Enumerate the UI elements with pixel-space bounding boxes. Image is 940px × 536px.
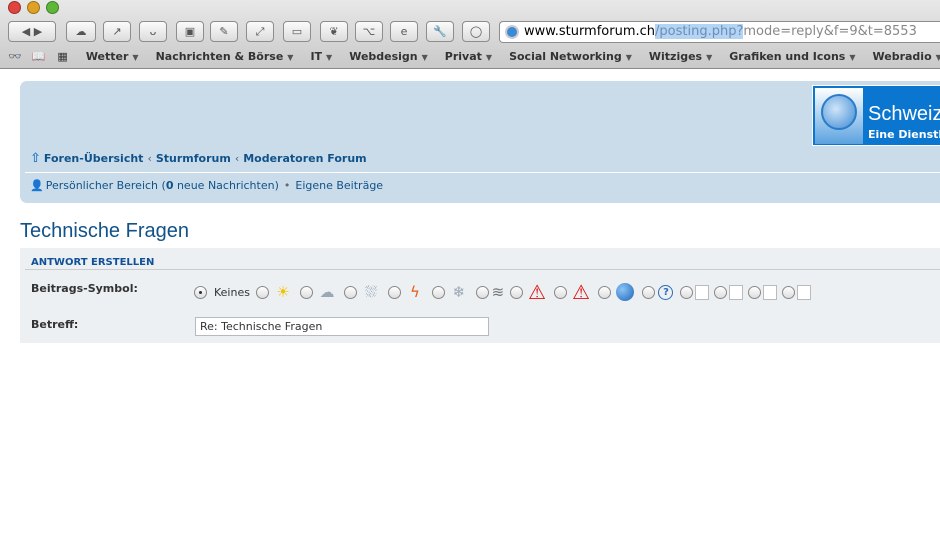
- top-sites-icon[interactable]: ▦: [57, 50, 67, 63]
- keyboard-icon[interactable]: ▭: [283, 21, 311, 42]
- close-window-button[interactable]: [8, 1, 21, 14]
- option-key-icon[interactable]: ⌥: [355, 21, 383, 42]
- url-query: mode=reply&f=9&t=8553: [743, 24, 917, 39]
- url-host: www.sturmforum.ch: [524, 24, 656, 39]
- snow-icon: ❄: [452, 283, 466, 301]
- icon-radio-blank[interactable]: [713, 285, 727, 299]
- post-icon-options: Keines ☀ ☁ ⛆ ϟ ❄ ≋ ⚠ ⚠ ?: [194, 280, 816, 304]
- bookmark-label: Nachrichten & Börse: [155, 49, 284, 63]
- icon-radio-globe[interactable]: [597, 285, 611, 299]
- bookmark-it[interactable]: IT ▼: [310, 50, 332, 63]
- cloud-icon[interactable]: ☁: [66, 21, 96, 42]
- panel-header: ANTWORT ERSTELLEN: [31, 257, 155, 268]
- back-forward-button[interactable]: ◀ ▶: [8, 21, 56, 42]
- ucp-link[interactable]: Persönlicher Bereich (0 neue Nachrichten…: [46, 179, 279, 192]
- none-label: Keines: [214, 285, 250, 299]
- fullscreen-icon[interactable]: ⤢: [246, 21, 274, 42]
- url-path: /posting.php?: [655, 24, 744, 39]
- subject-label: Betreff:: [31, 318, 79, 331]
- sun-icon: ☀: [276, 283, 290, 301]
- logo-title: Schweiz: [868, 103, 940, 125]
- rain-icon: ⛆: [364, 283, 377, 301]
- icon-radio-blank[interactable]: [747, 285, 761, 299]
- user-icon: 👤: [30, 179, 44, 192]
- blank-icon: [728, 284, 743, 300]
- site-logo[interactable]: Schweiz Eine Dienstle: [812, 85, 940, 146]
- address-bar[interactable]: www.sturmforum.ch/posting.php?mode=reply…: [499, 21, 940, 43]
- breadcrumb-sturmforum[interactable]: Sturmforum: [156, 152, 231, 165]
- bookmark-privat[interactable]: Privat ▼: [445, 50, 492, 63]
- home-icon: ⇧: [30, 151, 41, 166]
- own-posts-link[interactable]: Eigene Beiträge: [295, 179, 383, 192]
- page-title[interactable]: Technische Fragen: [20, 220, 189, 243]
- icon-radio-blank[interactable]: [781, 285, 795, 299]
- bookmark-label: Wetter: [85, 49, 129, 63]
- icon-radio-warning[interactable]: [553, 285, 567, 299]
- divider: [25, 172, 940, 173]
- bookmark-label: Webradio: [872, 49, 932, 63]
- question-icon: ?: [657, 282, 675, 302]
- icon-radio-thunderstorm[interactable]: [387, 285, 401, 299]
- globe-icon: [815, 88, 863, 144]
- clip-icon[interactable]: ▣: [176, 21, 204, 42]
- bookmark-label: Grafiken und Icons: [729, 49, 846, 63]
- icon-radio-tornado[interactable]: [475, 285, 489, 299]
- reply-panel: ANTWORT ERSTELLEN Beitrags-Symbol: Keine…: [20, 248, 940, 343]
- minimize-window-button[interactable]: [27, 1, 40, 14]
- divider: [25, 269, 940, 270]
- bookmark-webdesign[interactable]: Webdesign ▼: [349, 50, 428, 63]
- zoom-window-button[interactable]: [46, 1, 59, 14]
- separator-bullet: •: [283, 179, 291, 192]
- bookmarks-icon[interactable]: 📖: [32, 50, 46, 63]
- icon-radio-blank[interactable]: [679, 285, 693, 299]
- icon-radio-cloud[interactable]: [299, 285, 313, 299]
- bookmark-label: Witziges: [648, 49, 703, 63]
- icon-radio-wind-warning[interactable]: [509, 285, 523, 299]
- cloud-icon: ☁: [319, 283, 335, 301]
- bookmark-label: Privat: [444, 49, 482, 63]
- logo-subtitle: Eine Dienstle: [868, 128, 940, 141]
- blank-icon: [796, 284, 811, 300]
- bookmark-nachrichten[interactable]: Nachrichten & Börse ▼: [156, 50, 294, 63]
- bookmark-grafiken[interactable]: Grafiken und Icons ▼: [729, 50, 855, 63]
- privacy-icon[interactable]: ◯: [462, 21, 490, 42]
- bookmark-webradio[interactable]: Webradio ▼: [873, 50, 940, 63]
- icon-radio-question[interactable]: [641, 285, 655, 299]
- ucp-label: Persönlicher Bereich (: [45, 179, 166, 192]
- pin-icon[interactable]: ✎: [210, 21, 238, 42]
- bookmark-wetter[interactable]: Wetter ▼: [86, 50, 139, 63]
- bookmark-label: Webdesign: [349, 49, 418, 63]
- bookmark-witziges[interactable]: Witziges ▼: [649, 50, 712, 63]
- leaf-icon[interactable]: ❦: [320, 21, 348, 42]
- user-control-links: 👤 Persönlicher Bereich (0 neue Nachricht…: [30, 179, 383, 192]
- icon-radio-none[interactable]: [194, 285, 207, 299]
- wind-warning-icon: ⚠: [528, 280, 546, 304]
- site-globe-icon: [505, 25, 519, 39]
- subject-input[interactable]: [195, 317, 489, 336]
- bookmark-social[interactable]: Social Networking ▼: [509, 50, 632, 63]
- bookmarks-bar: 👓 📖 ▦ Wetter ▼ Nachrichten & Börse ▼ IT ▼ W…: [0, 46, 940, 66]
- warning-icon: ⚠: [572, 280, 590, 304]
- blank-icon: [694, 284, 709, 300]
- reader-icon[interactable]: ᴗ: [139, 21, 167, 42]
- icon-radio-sun[interactable]: [255, 285, 269, 299]
- share-icon[interactable]: ↗: [103, 21, 131, 42]
- reading-list-icon[interactable]: 👓: [8, 50, 22, 63]
- blank-icon: [762, 284, 777, 300]
- browser-chrome: ◀ ▶ ☁ ↗ ᴗ ▣ ✎ ⤢ ▭ ❦ ⌥ e 🔧 ◯ www.sturmfor…: [0, 0, 940, 69]
- breadcrumb-forum-index[interactable]: Foren-Übersicht: [44, 152, 144, 165]
- tornado-icon: ≋: [491, 283, 505, 301]
- bookmark-label: IT: [310, 49, 323, 63]
- wrench-icon[interactable]: 🔧: [426, 21, 454, 42]
- breadcrumb-moderatoren[interactable]: Moderatoren Forum: [243, 152, 366, 165]
- breadcrumb: ⇧ Foren-Übersicht ‹ Sturmforum ‹ Moderator…: [30, 151, 367, 166]
- icon-radio-rain[interactable]: [343, 285, 357, 299]
- globe-icon: [613, 282, 637, 302]
- icon-radio-snow[interactable]: [431, 285, 445, 299]
- ie-icon[interactable]: e: [390, 21, 418, 42]
- ucp-suffix: neue Nachrichten): [173, 179, 279, 192]
- bookmark-label: Social Networking: [509, 49, 622, 63]
- thunderstorm-icon: ϟ: [410, 283, 420, 301]
- symbol-label: Beitrags-Symbol:: [31, 282, 138, 295]
